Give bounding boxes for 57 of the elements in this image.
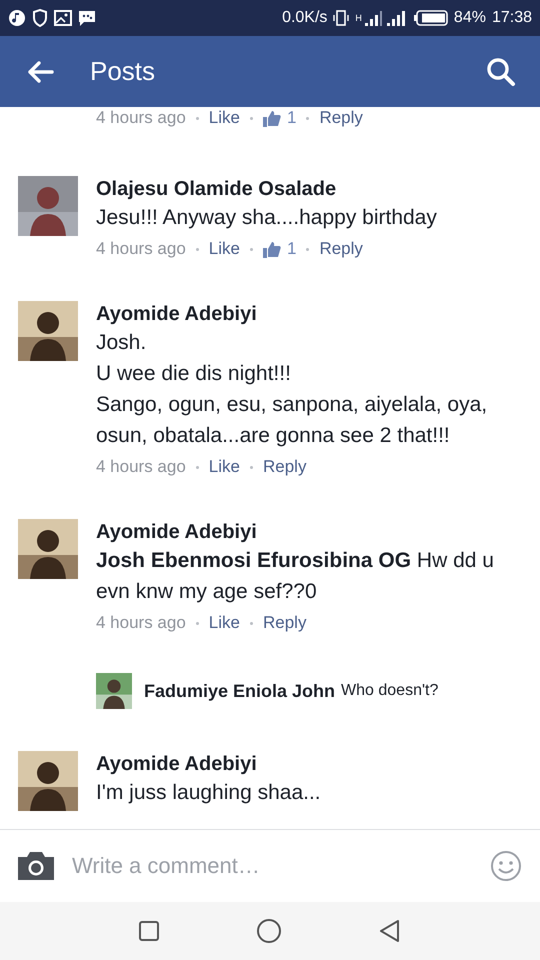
reply-link[interactable]: Reply	[319, 108, 363, 128]
comment-text: Sango, ogun, esu, sanpona, aiyelala, oya, osun, obatala...are gonna see 2 that!!!	[96, 392, 488, 449]
clock: 17:38	[492, 9, 532, 27]
network-speed: 0.0K/s	[282, 9, 328, 27]
comment-text: Josh Ebenmosi Efurosibina OG Hw dd u evn knw my age sef??0	[96, 548, 495, 605]
like-link[interactable]: Like	[208, 613, 240, 633]
reply-preview[interactable]: Who doesn't?	[341, 682, 438, 700]
timestamp: 4 hours ago	[96, 239, 186, 259]
comment-text: Jesu!!! Anyway sha....happy birthday	[96, 205, 437, 231]
back-triangle-icon[interactable]	[378, 919, 402, 943]
separator-dot	[306, 116, 310, 120]
commenter-name[interactable]: Fadumiye Eniola John	[144, 680, 336, 702]
separator-dot	[196, 248, 199, 250]
timestamp: 4 hours ago	[96, 613, 186, 633]
timestamp: 4 hours ago	[96, 457, 186, 477]
comment-text: I'm juss laughing shaa...	[96, 780, 321, 806]
home-circle-icon[interactable]	[256, 918, 282, 944]
separator-dot	[250, 466, 253, 468]
search-icon	[486, 56, 516, 86]
reply-link[interactable]: Reply	[262, 613, 306, 633]
smiley-icon[interactable]	[490, 850, 522, 882]
back-arrow-icon	[26, 60, 54, 84]
comment-text: U wee die dis night!!!	[96, 361, 292, 387]
separator-dot	[196, 116, 199, 120]
page-title: Posts	[90, 56, 156, 87]
square-icon[interactable]	[138, 920, 160, 942]
thumbs-up-icon	[262, 110, 281, 126]
shield-icon	[32, 9, 48, 27]
like-link[interactable]: Like	[208, 108, 240, 128]
commenter-name[interactable]: Ayomide Adebiyi	[96, 301, 500, 327]
image-icon	[54, 9, 72, 27]
commenter-name[interactable]: Ayomide Adebiyi	[96, 519, 500, 545]
separator-dot	[250, 622, 253, 624]
network-type: H	[355, 13, 362, 23]
like-count: 1	[286, 239, 296, 259]
reply-link[interactable]: Reply	[319, 239, 363, 259]
battery-level: 84%	[454, 9, 486, 27]
comment-text: Josh.	[96, 330, 148, 356]
commenter-name[interactable]: Olajesu Olamide Osalade	[96, 176, 437, 202]
timestamp: 4 hours ago	[96, 108, 186, 128]
thumbs-up-icon	[262, 240, 281, 258]
separator-dot	[250, 248, 253, 250]
signal-icon	[364, 9, 408, 27]
separator-dot	[306, 248, 310, 250]
like-count: 1	[286, 108, 296, 128]
vibrate-icon	[333, 9, 350, 27]
separator-dot	[250, 116, 253, 120]
commenter-name[interactable]: Ayomide Adebiyi	[96, 751, 321, 777]
reply-link[interactable]: Reply	[262, 457, 306, 477]
battery-icon	[414, 9, 448, 27]
chat-icon	[78, 9, 96, 27]
like-link[interactable]: Like	[208, 457, 240, 477]
separator-dot	[196, 622, 199, 624]
separator-dot	[196, 466, 199, 468]
music-icon	[8, 9, 26, 27]
camera-icon[interactable]	[16, 850, 56, 882]
like-link[interactable]: Like	[208, 239, 240, 259]
